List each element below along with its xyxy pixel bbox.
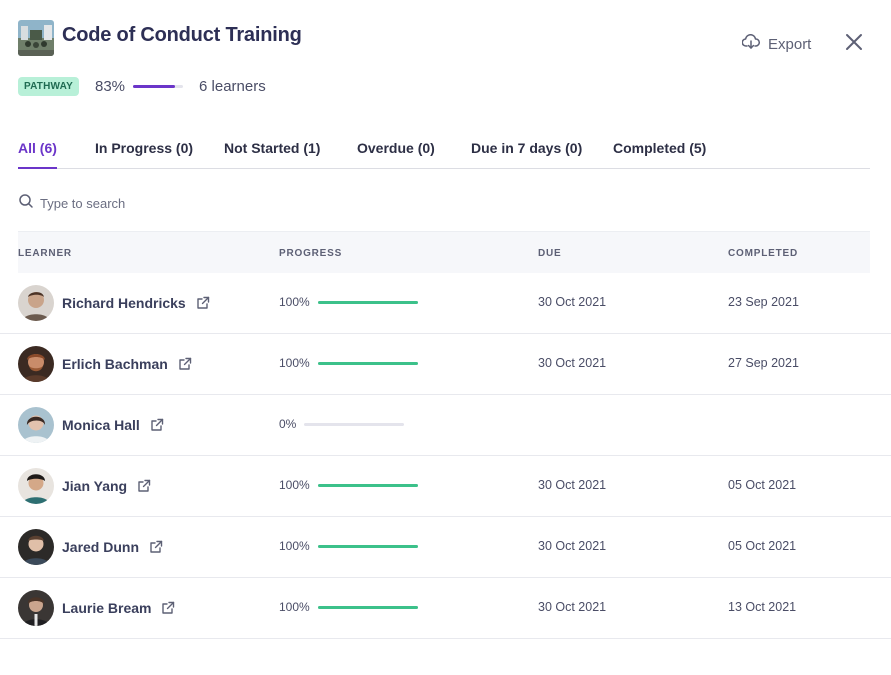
external-link-icon[interactable] — [137, 479, 151, 493]
progress-bar — [317, 300, 418, 304]
learner-count: 6 learners — [199, 77, 266, 95]
table-row: Richard Hendricks 100% 30 Oct 2021 23 Se… — [0, 273, 891, 334]
learner-progress: 100% — [279, 539, 418, 553]
learner-progress: 100% — [279, 356, 418, 370]
avatar — [18, 590, 54, 626]
learner-name: Richard Hendricks — [62, 295, 186, 311]
close-button[interactable] — [844, 32, 864, 52]
tab-not-started[interactable]: Not Started (1) — [224, 140, 320, 169]
table-header: LEARNER PROGRESS DUE COMPLETED — [18, 231, 870, 273]
external-link-icon[interactable] — [178, 357, 192, 371]
learner-progress: 0% — [279, 417, 405, 431]
export-button[interactable]: Export — [741, 33, 812, 54]
modal-header: Code of Conduct Training Export — [18, 20, 873, 60]
avatar — [18, 529, 54, 565]
progress-fill — [317, 483, 418, 487]
course-meta: PATHWAY 83% 6 learners — [18, 75, 266, 97]
progress-label: 0% — [279, 417, 297, 431]
progress-bar — [317, 605, 418, 609]
tab-completed[interactable]: Completed (5) — [613, 140, 706, 169]
learner-name-link[interactable]: Richard Hendricks — [62, 295, 210, 311]
avatar — [18, 468, 54, 504]
column-header-completed: COMPLETED — [728, 248, 798, 259]
learner-name: Erlich Bachman — [62, 356, 168, 372]
overall-progress-fill — [133, 84, 175, 88]
progress-fill — [317, 605, 418, 609]
due-date: 30 Oct 2021 — [538, 295, 607, 309]
progress-label: 100% — [279, 539, 310, 553]
external-link-icon[interactable] — [196, 296, 210, 310]
tab-overdue[interactable]: Overdue (0) — [357, 140, 435, 169]
overall-progress-label: 83% — [95, 77, 126, 95]
overall-progress-bar — [133, 84, 184, 88]
table-row: Erlich Bachman 100% 30 Oct 2021 27 Sep 2… — [0, 334, 891, 395]
progress-bar — [317, 361, 418, 365]
external-link-icon[interactable] — [149, 540, 163, 554]
external-link-icon[interactable] — [161, 601, 175, 615]
close-icon — [844, 34, 864, 56]
tab-due-in-7-days[interactable]: Due in 7 days (0) — [471, 140, 582, 169]
external-link-icon[interactable] — [150, 418, 164, 432]
completed-date: 05 Oct 2021 — [728, 478, 797, 492]
tab-in-progress[interactable]: In Progress (0) — [95, 140, 193, 169]
due-date: 30 Oct 2021 — [538, 539, 607, 553]
progress-bar — [317, 483, 418, 487]
due-date: 30 Oct 2021 — [538, 478, 607, 492]
column-header-learner: LEARNER — [18, 248, 72, 259]
search-icon — [18, 193, 34, 214]
due-date: 30 Oct 2021 — [538, 356, 607, 370]
filter-tabs: All (6) In Progress (0) Not Started (1) … — [18, 140, 870, 169]
search-input[interactable] — [40, 195, 340, 211]
avatar — [18, 285, 54, 321]
table-row: Laurie Bream 100% 30 Oct 2021 13 Oct 202… — [0, 578, 891, 639]
learner-name-link[interactable]: Erlich Bachman — [62, 356, 192, 372]
completed-date: 05 Oct 2021 — [728, 539, 797, 553]
page-title: Code of Conduct Training — [62, 24, 302, 46]
progress-label: 100% — [279, 356, 310, 370]
learner-name-link[interactable]: Monica Hall — [62, 417, 164, 433]
column-header-progress: PROGRESS — [279, 248, 343, 259]
learner-name: Jian Yang — [62, 478, 128, 494]
learner-name: Jared Dunn — [62, 539, 140, 555]
learner-name-link[interactable]: Jared Dunn — [62, 539, 163, 555]
export-label: Export — [768, 35, 812, 53]
completed-date: 27 Sep 2021 — [728, 356, 799, 370]
progress-fill — [317, 300, 418, 304]
column-header-due: DUE — [538, 248, 562, 259]
pathway-badge: PATHWAY — [18, 76, 79, 96]
tab-all[interactable]: All (6) — [18, 140, 57, 169]
learner-name-link[interactable]: Laurie Bream — [62, 600, 175, 616]
avatar — [18, 346, 54, 382]
progress-label: 100% — [279, 478, 310, 492]
progress-bar — [317, 544, 418, 548]
table-row: Jared Dunn 100% 30 Oct 2021 05 Oct 2021 — [0, 517, 891, 578]
learner-progress: 100% — [279, 600, 418, 614]
progress-bar — [304, 422, 405, 426]
progress-label: 100% — [279, 600, 310, 614]
avatar — [18, 407, 54, 443]
progress-fill — [317, 544, 418, 548]
search-bar — [18, 192, 418, 214]
completed-date: 13 Oct 2021 — [728, 600, 797, 614]
table-row: Jian Yang 100% 30 Oct 2021 05 Oct 2021 — [0, 456, 891, 517]
completed-date: 23 Sep 2021 — [728, 295, 799, 309]
learner-name-link[interactable]: Jian Yang — [62, 478, 151, 494]
learners-table: LEARNER PROGRESS DUE COMPLETED Richard H… — [0, 231, 891, 639]
course-thumbnail — [18, 20, 54, 56]
learner-progress: 100% — [279, 295, 418, 309]
learner-name: Laurie Bream — [62, 600, 152, 616]
table-row: Monica Hall 0% — [0, 395, 891, 456]
progress-label: 100% — [279, 295, 310, 309]
cloud-download-icon — [741, 33, 760, 54]
learner-name: Monica Hall — [62, 417, 140, 433]
learner-progress: 100% — [279, 478, 418, 492]
due-date: 30 Oct 2021 — [538, 600, 607, 614]
progress-fill — [317, 361, 418, 365]
